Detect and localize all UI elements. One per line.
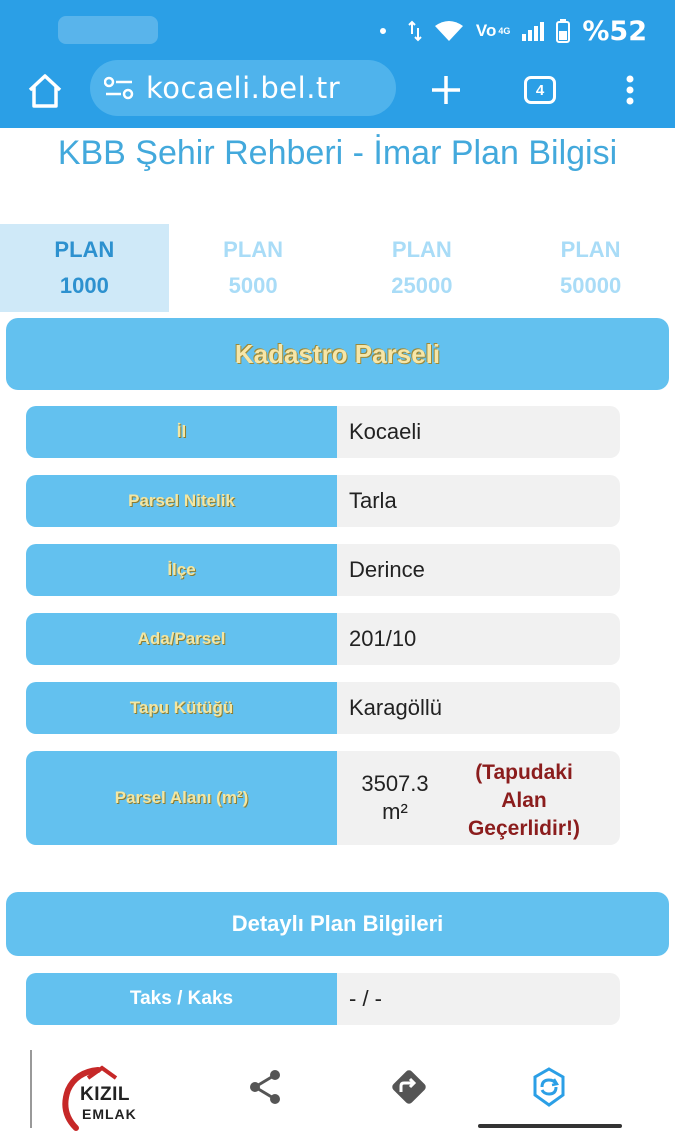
status-time-blurred: [58, 16, 158, 44]
signal-icon: [522, 21, 545, 41]
volte-label: Vo: [475, 21, 497, 40]
new-tab-button[interactable]: [422, 66, 470, 114]
url-text[interactable]: kocaeli.bel.tr: [146, 71, 340, 105]
divider: [30, 1050, 32, 1128]
site-settings-icon[interactable]: [104, 75, 134, 101]
volte-icon: Vo 4G: [476, 21, 510, 41]
info-row-parsel-alani: Parsel Alanı (m²) 3507.3 m² (Tapudaki Al…: [26, 751, 620, 845]
battery-percentage: %52: [582, 15, 647, 47]
area-note: (Tapudaki Alan Geçerlidir!): [449, 759, 599, 843]
kadastro-section-header: Kadastro Parseli: [6, 318, 669, 390]
more-vertical-icon: [626, 75, 634, 105]
battery-icon: [556, 19, 571, 43]
tab-plan-25000[interactable]: PLAN 25000: [338, 224, 507, 312]
area-note-line: Alan: [501, 789, 547, 812]
info-row-ilce: İlçe Derince: [26, 544, 620, 596]
page-title: KBB Şehir Rehberi - İmar Plan Bilgisi: [57, 134, 618, 172]
notification-dot-icon: [379, 28, 386, 34]
plus-icon: [432, 76, 460, 104]
detail-section-header: Detaylı Plan Bilgileri: [6, 892, 669, 956]
row-label: İl: [26, 406, 337, 458]
status-bar: Vo 4G %52: [0, 0, 675, 58]
row-value: Kocaeli: [337, 406, 620, 458]
tab-label-line1: PLAN: [560, 237, 621, 262]
row-value: 3507.3 m² (Tapudaki Alan Geçerlidir!): [337, 751, 620, 845]
tab-plan-1000[interactable]: PLAN 1000: [0, 224, 169, 312]
tab-label-line1: PLAN: [391, 237, 452, 262]
data-transfer-icon: [408, 20, 422, 42]
row-label: Taks / Kaks: [26, 973, 337, 1025]
tab-plan-50000[interactable]: PLAN 50000: [506, 224, 675, 312]
area-value: 3507.3 m²: [349, 770, 441, 826]
tab-label-line2: 25000: [391, 273, 453, 298]
address-bar[interactable]: kocaeli.bel.tr: [90, 60, 396, 116]
tab-switcher-button[interactable]: 4: [516, 66, 564, 114]
tab-label-line2: 1000: [59, 273, 109, 298]
row-label: Tapu Kütüğü: [26, 682, 337, 734]
row-value: - / -: [337, 973, 620, 1025]
tab-label-line2: 50000: [560, 273, 622, 298]
directions-icon: [392, 1070, 426, 1104]
row-label: Parsel Nitelik: [26, 475, 337, 527]
tab-label-line2: 5000: [228, 273, 278, 298]
logo-text: EMLAK: [82, 1106, 137, 1122]
bottom-bar: KIZIL EMLAK: [0, 1032, 675, 1140]
row-value: Derince: [337, 544, 620, 596]
network-type-label: 4G: [498, 26, 511, 36]
logo-text: KIZIL: [80, 1084, 130, 1105]
row-label: İlçe: [26, 544, 337, 596]
sync-button[interactable]: [524, 1062, 574, 1112]
area-note-line: (Tapudaki: [475, 761, 573, 784]
area-note-line: Geçerlidir!): [467, 817, 581, 840]
info-row-taks-kaks: Taks / Kaks - / -: [26, 973, 620, 1025]
sync-icon: [533, 1067, 565, 1107]
info-row-tapu-kutugu: Tapu Kütüğü Karagöllü: [26, 682, 620, 734]
browser-toolbar: kocaeli.bel.tr 4: [0, 58, 675, 128]
area-number: 3507.3: [361, 771, 429, 796]
tab-label-line1: PLAN: [223, 237, 284, 262]
tab-label-line1: PLAN: [54, 237, 115, 262]
area-unit: m²: [382, 799, 408, 824]
more-menu-button[interactable]: [606, 66, 654, 114]
kizil-emlak-logo: KIZIL EMLAK: [58, 1064, 162, 1132]
row-label: Ada/Parsel: [26, 613, 337, 665]
row-value: 201/10: [337, 613, 620, 665]
forward-button[interactable]: [384, 1062, 434, 1112]
info-row-ada-parsel: Ada/Parsel 201/10: [26, 613, 620, 665]
home-icon: [28, 74, 62, 108]
wifi-icon: [434, 20, 464, 42]
row-value: Karagöllü: [337, 682, 620, 734]
tab-count-icon: 4: [524, 76, 556, 104]
home-button[interactable]: [22, 68, 68, 114]
tab-plan-5000[interactable]: PLAN 5000: [169, 224, 338, 312]
gesture-bar: [478, 1124, 622, 1128]
share-button[interactable]: [240, 1062, 290, 1112]
info-row-parsel-nitelik: Parsel Nitelik Tarla: [26, 475, 620, 527]
plan-tabs: PLAN 1000 PLAN 5000 PLAN 25000 PLAN 5000…: [0, 224, 675, 312]
info-row-il: İl Kocaeli: [26, 406, 620, 458]
status-icons: Vo 4G %52: [379, 15, 647, 47]
share-icon: [250, 1070, 280, 1104]
row-value: Tarla: [337, 475, 620, 527]
row-label: Parsel Alanı (m²): [26, 751, 337, 845]
